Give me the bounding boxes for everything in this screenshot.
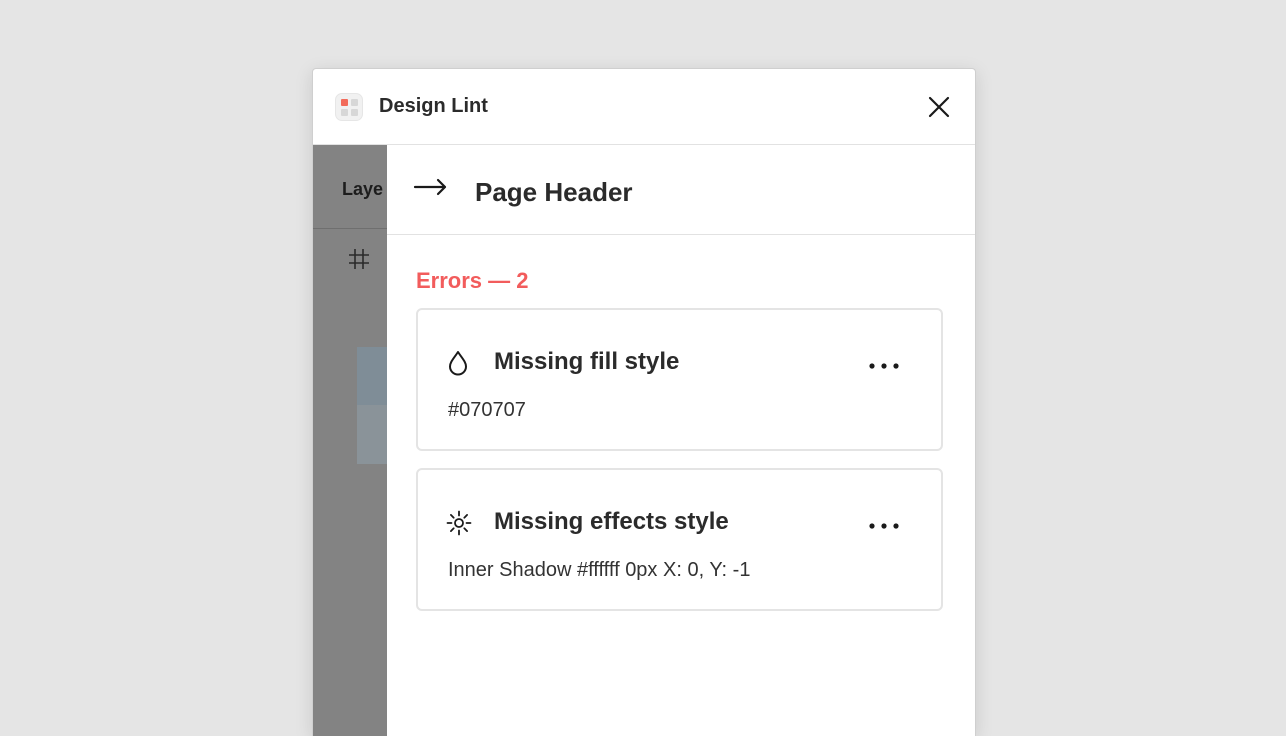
detail-header: Page Header: [387, 145, 975, 235]
error-title: Missing effects style: [494, 508, 729, 535]
more-options-button[interactable]: [869, 518, 899, 529]
more-options-icon: [869, 523, 899, 529]
error-value: Inner Shadow #ffffff 0px X: 0, Y: -1: [448, 559, 751, 581]
error-detail-panel: Page Header Errors — 2 Missing fill styl…: [387, 145, 975, 736]
layer-thumbnail: [357, 347, 387, 464]
divider: [313, 228, 387, 229]
frame-hash-icon: [349, 249, 369, 269]
layer-name-title: Page Header: [475, 177, 633, 207]
window-titlebar: Design Lint: [313, 69, 975, 145]
fill-drop-icon: [449, 351, 467, 376]
design-lint-logo-icon: [335, 92, 363, 121]
more-options-icon: [869, 363, 899, 369]
layers-backdrop: Laye: [313, 145, 387, 736]
plugin-window: Design Lint Laye Page Header Errors — 2: [312, 68, 976, 736]
layers-tab-label: Laye: [342, 179, 384, 199]
error-value: #070707: [448, 399, 526, 421]
error-card[interactable]: Missing fill style #070707: [416, 308, 943, 451]
error-card[interactable]: Missing effects style Inner Shadow #ffff…: [416, 468, 943, 611]
effects-sun-icon: [446, 510, 472, 536]
arrow-right-icon: [413, 178, 447, 196]
window-title: Design Lint: [379, 95, 488, 117]
error-title: Missing fill style: [494, 348, 680, 375]
errors-count-heading: Errors — 2: [416, 268, 529, 293]
close-button[interactable]: [925, 93, 953, 121]
close-icon: [928, 96, 950, 118]
more-options-button[interactable]: [869, 358, 899, 369]
back-button[interactable]: [413, 178, 449, 201]
